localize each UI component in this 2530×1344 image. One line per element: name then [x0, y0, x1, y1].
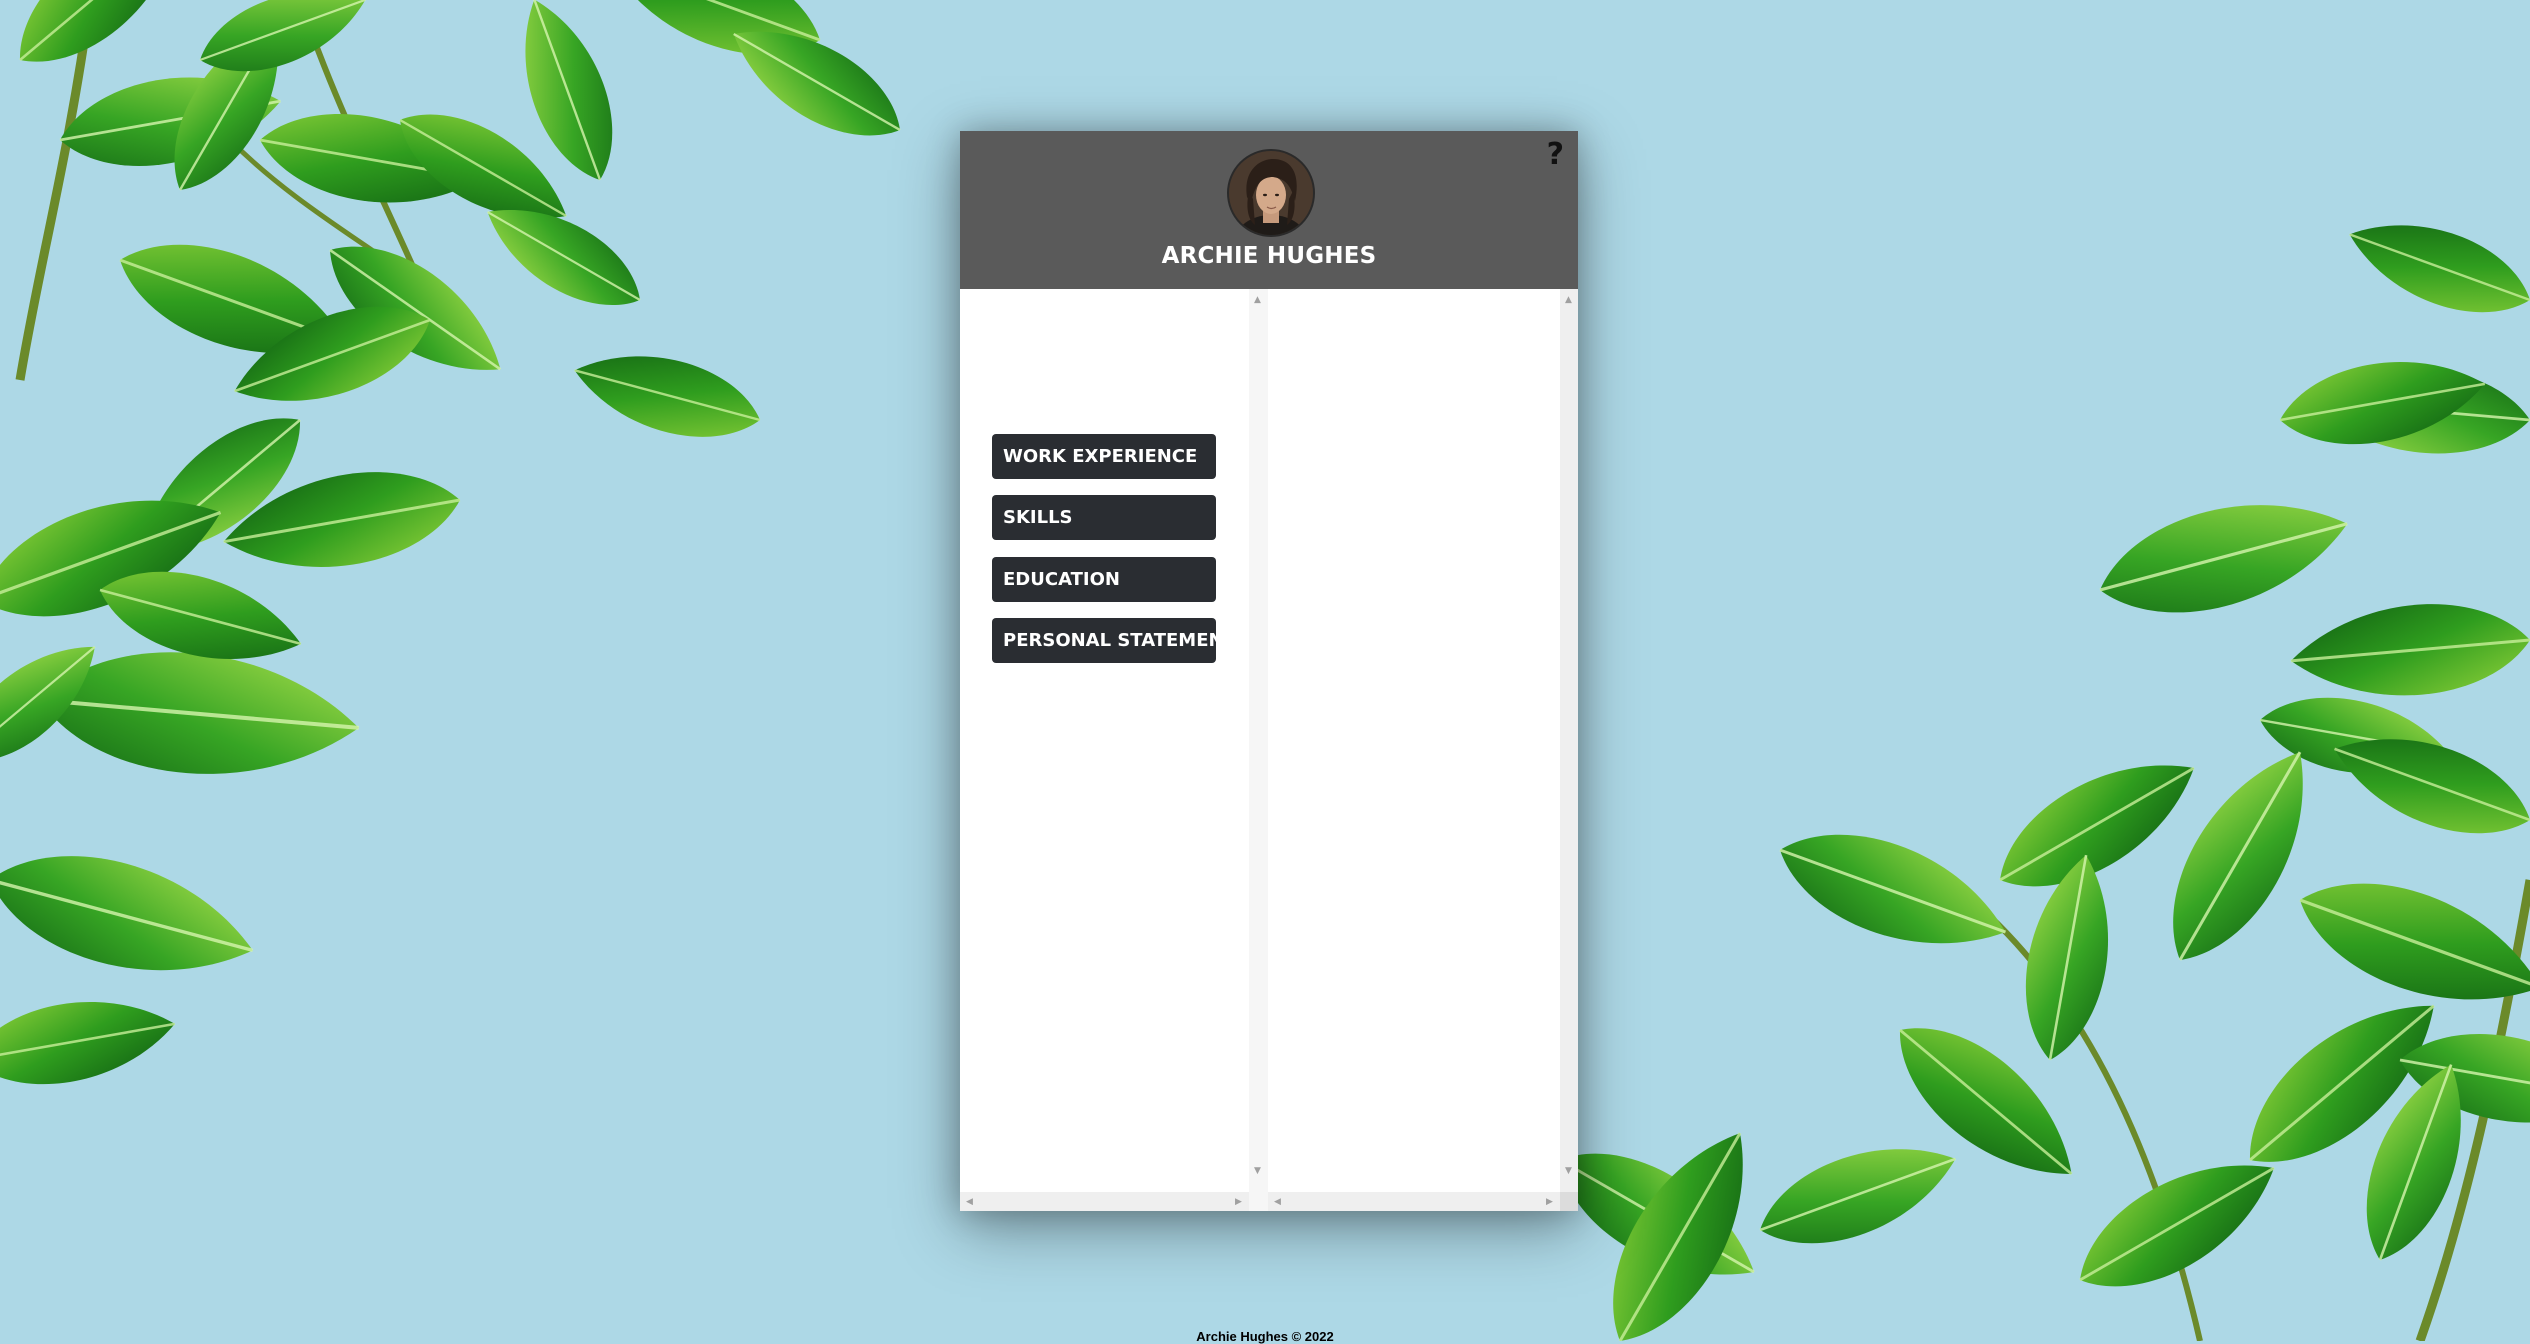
work-experience-button[interactable]: WORK EXPERIENCE [992, 434, 1216, 479]
content-pane: ▲ ▼ ◀ ▶ [1268, 289, 1578, 1211]
profile-photo [1229, 151, 1313, 235]
profile-header: ? ARCHIE HUGHES [960, 131, 1578, 289]
scroll-up-icon[interactable]: ▲ [1254, 295, 1261, 305]
footer-copyright: Archie Hughes © 2022 [1196, 1329, 1334, 1344]
skills-button[interactable]: SKILLS [992, 495, 1216, 540]
scroll-right-icon[interactable]: ▶ [1546, 1197, 1553, 1207]
scrollbar-corner [1560, 1192, 1578, 1211]
scroll-left-icon[interactable]: ◀ [966, 1197, 973, 1207]
question-mark-icon[interactable]: ? [1547, 137, 1564, 172]
scroll-down-icon[interactable]: ▼ [1254, 1166, 1261, 1176]
content-pane-vertical-scrollbar[interactable]: ▲ ▼ [1560, 289, 1578, 1192]
personal-statement-button[interactable]: PERSONAL STATEMENT [992, 618, 1236, 663]
nav-pane-horizontal-scrollbar[interactable]: ◀ ▶ [960, 1192, 1249, 1211]
scroll-right-icon[interactable]: ▶ [1235, 1197, 1242, 1207]
scroll-down-icon[interactable]: ▼ [1565, 1166, 1572, 1176]
content-pane-horizontal-scrollbar[interactable]: ◀ ▶ [1268, 1192, 1578, 1211]
scroll-up-icon[interactable]: ▲ [1565, 295, 1572, 305]
nav-pane-vertical-scrollbar[interactable]: ▲ ▼ [1249, 289, 1268, 1211]
profile-name: ARCHIE HUGHES [1161, 243, 1377, 269]
avatar [1227, 149, 1315, 237]
scroll-left-icon[interactable]: ◀ [1274, 1197, 1281, 1207]
nav-pane: WORK EXPERIENCE SKILLS EDUCATION PERSONA… [960, 289, 1249, 1211]
help-button[interactable]: ? [1547, 137, 1564, 172]
education-button[interactable]: EDUCATION [992, 557, 1216, 602]
resume-card: ? ARCHIE HUGHES WORK EXPERIENCE SKILLS E… [960, 131, 1578, 1211]
